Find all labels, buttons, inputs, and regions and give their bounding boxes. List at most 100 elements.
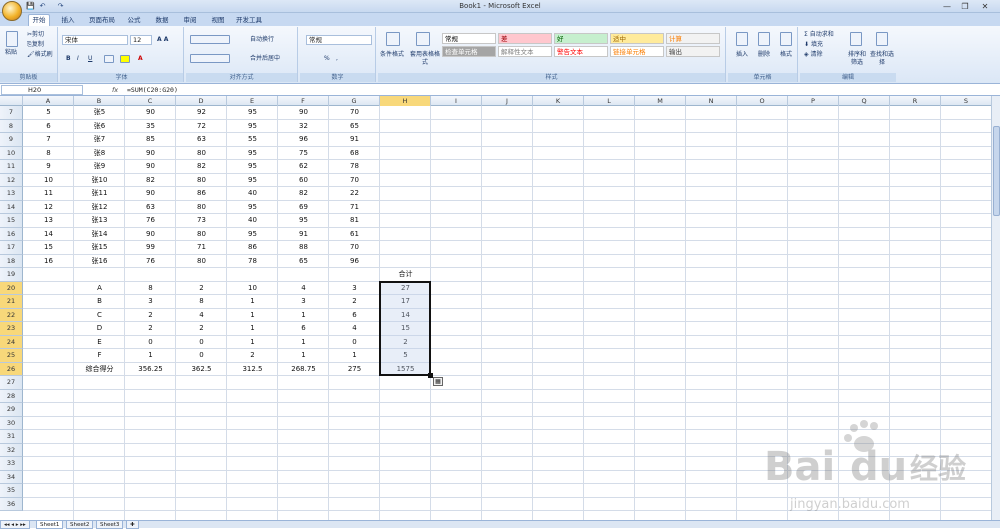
cell-C20[interactable]: 8: [125, 282, 176, 296]
cell-A13[interactable]: 11: [23, 187, 74, 201]
cell-E8[interactable]: 95: [227, 120, 278, 134]
cell-D23[interactable]: 2: [176, 322, 227, 336]
cell-C24[interactable]: 0: [125, 336, 176, 350]
cell-B15[interactable]: 张13: [74, 214, 125, 228]
cell-E18[interactable]: 78: [227, 255, 278, 269]
cell-E26[interactable]: 312.5: [227, 363, 278, 377]
format-painter-button[interactable]: 🖌格式刷: [27, 51, 53, 59]
conditional-format-icon[interactable]: [386, 32, 400, 46]
percent-button[interactable]: %: [324, 55, 330, 63]
insert-function-icon[interactable]: fx: [112, 85, 124, 95]
row-header-13[interactable]: 13: [0, 187, 23, 201]
row-header-27[interactable]: 27: [0, 376, 23, 390]
cell-E11[interactable]: 95: [227, 160, 278, 174]
cell-style-7[interactable]: 警告文本: [554, 46, 608, 57]
cell-E23[interactable]: 1: [227, 322, 278, 336]
border-icon[interactable]: [104, 55, 114, 63]
row-header-20[interactable]: 20: [0, 281, 23, 295]
cell-style-4[interactable]: 计算: [666, 33, 720, 44]
restore-icon[interactable]: ❐: [958, 1, 972, 12]
cell-A12[interactable]: 10: [23, 174, 74, 188]
cut-button[interactable]: ✂剪切: [27, 31, 44, 39]
cell-A14[interactable]: 12: [23, 201, 74, 215]
cell-D22[interactable]: 4: [176, 309, 227, 323]
cell-A11[interactable]: 9: [23, 160, 74, 174]
cell-D14[interactable]: 80: [176, 201, 227, 215]
autosum-button[interactable]: Σ 自动求和: [804, 31, 834, 39]
cell-E9[interactable]: 55: [227, 133, 278, 147]
tab-7[interactable]: 开发工具: [234, 15, 264, 26]
find-select-button[interactable]: 查找和选择: [870, 51, 894, 67]
cell-C25[interactable]: 1: [125, 349, 176, 363]
cell-G8[interactable]: 65: [329, 120, 380, 134]
cell-style-5[interactable]: 检查单元格: [442, 46, 496, 57]
comma-button[interactable]: ,: [336, 55, 338, 63]
column-header-S[interactable]: S: [941, 96, 992, 106]
cell-C17[interactable]: 99: [125, 241, 176, 255]
name-box[interactable]: H20: [1, 85, 83, 95]
cell-A17[interactable]: 15: [23, 241, 74, 255]
copy-button[interactable]: ⎘复制: [27, 41, 44, 49]
vertical-align-icons[interactable]: [190, 35, 230, 44]
cell-G15[interactable]: 81: [329, 214, 380, 228]
paste-icon[interactable]: [6, 31, 18, 47]
grow-font-button[interactable]: A A: [157, 36, 168, 44]
column-header-J[interactable]: J: [482, 96, 533, 106]
cell-B8[interactable]: 张6: [74, 120, 125, 134]
cell-D11[interactable]: 82: [176, 160, 227, 174]
cell-G12[interactable]: 70: [329, 174, 380, 188]
row-header-19[interactable]: 19: [0, 268, 23, 282]
row-header-25[interactable]: 25: [0, 349, 23, 363]
cell-G17[interactable]: 70: [329, 241, 380, 255]
cell-E7[interactable]: 95: [227, 106, 278, 120]
cell-G21[interactable]: 2: [329, 295, 380, 309]
cell-F22[interactable]: 1: [278, 309, 329, 323]
cell-F10[interactable]: 75: [278, 147, 329, 161]
cell-style-8[interactable]: 链接单元格: [610, 46, 664, 57]
cell-B24[interactable]: E: [74, 336, 125, 350]
cell-B22[interactable]: C: [74, 309, 125, 323]
cell-F9[interactable]: 96: [278, 133, 329, 147]
cell-style-2[interactable]: 好: [554, 33, 608, 44]
delete-icon[interactable]: [758, 32, 770, 46]
cell-F16[interactable]: 91: [278, 228, 329, 242]
delete-button[interactable]: 删除: [758, 51, 770, 59]
row-header-23[interactable]: 23: [0, 322, 23, 336]
tab-4[interactable]: 数据: [150, 15, 174, 26]
scrollbar-thumb[interactable]: [993, 126, 1000, 216]
cell-G26[interactable]: 275: [329, 363, 380, 377]
cell-C9[interactable]: 85: [125, 133, 176, 147]
row-header-28[interactable]: 28: [0, 389, 23, 403]
format-icon[interactable]: [780, 32, 792, 46]
cell-D12[interactable]: 80: [176, 174, 227, 188]
cell-G18[interactable]: 96: [329, 255, 380, 269]
cell-D24[interactable]: 0: [176, 336, 227, 350]
cell-C11[interactable]: 90: [125, 160, 176, 174]
column-header-M[interactable]: M: [635, 96, 686, 106]
cell-C18[interactable]: 76: [125, 255, 176, 269]
row-header-36[interactable]: 36: [0, 497, 23, 511]
cell-C7[interactable]: 90: [125, 106, 176, 120]
cell-F18[interactable]: 65: [278, 255, 329, 269]
cell-D15[interactable]: 73: [176, 214, 227, 228]
cell-D16[interactable]: 80: [176, 228, 227, 242]
row-header-17[interactable]: 17: [0, 241, 23, 255]
cell-G25[interactable]: 1: [329, 349, 380, 363]
cell-C13[interactable]: 90: [125, 187, 176, 201]
tab-6[interactable]: 视图: [206, 15, 230, 26]
cell-E14[interactable]: 95: [227, 201, 278, 215]
tab-5[interactable]: 审阅: [178, 15, 202, 26]
cell-B18[interactable]: 张16: [74, 255, 125, 269]
row-header-26[interactable]: 26: [0, 362, 23, 376]
column-header-D[interactable]: D: [176, 96, 227, 106]
italic-button[interactable]: I: [77, 55, 79, 63]
cell-D13[interactable]: 86: [176, 187, 227, 201]
clear-button[interactable]: ◈ 清除: [804, 51, 823, 59]
cell-C12[interactable]: 82: [125, 174, 176, 188]
cell-A18[interactable]: 16: [23, 255, 74, 269]
insert-button[interactable]: 插入: [736, 51, 748, 59]
paste-button[interactable]: 粘贴: [5, 49, 17, 57]
sort-filter-button[interactable]: 排序和筛选: [846, 51, 868, 67]
wrap-text-button[interactable]: 自动换行: [250, 36, 274, 44]
cell-F13[interactable]: 82: [278, 187, 329, 201]
